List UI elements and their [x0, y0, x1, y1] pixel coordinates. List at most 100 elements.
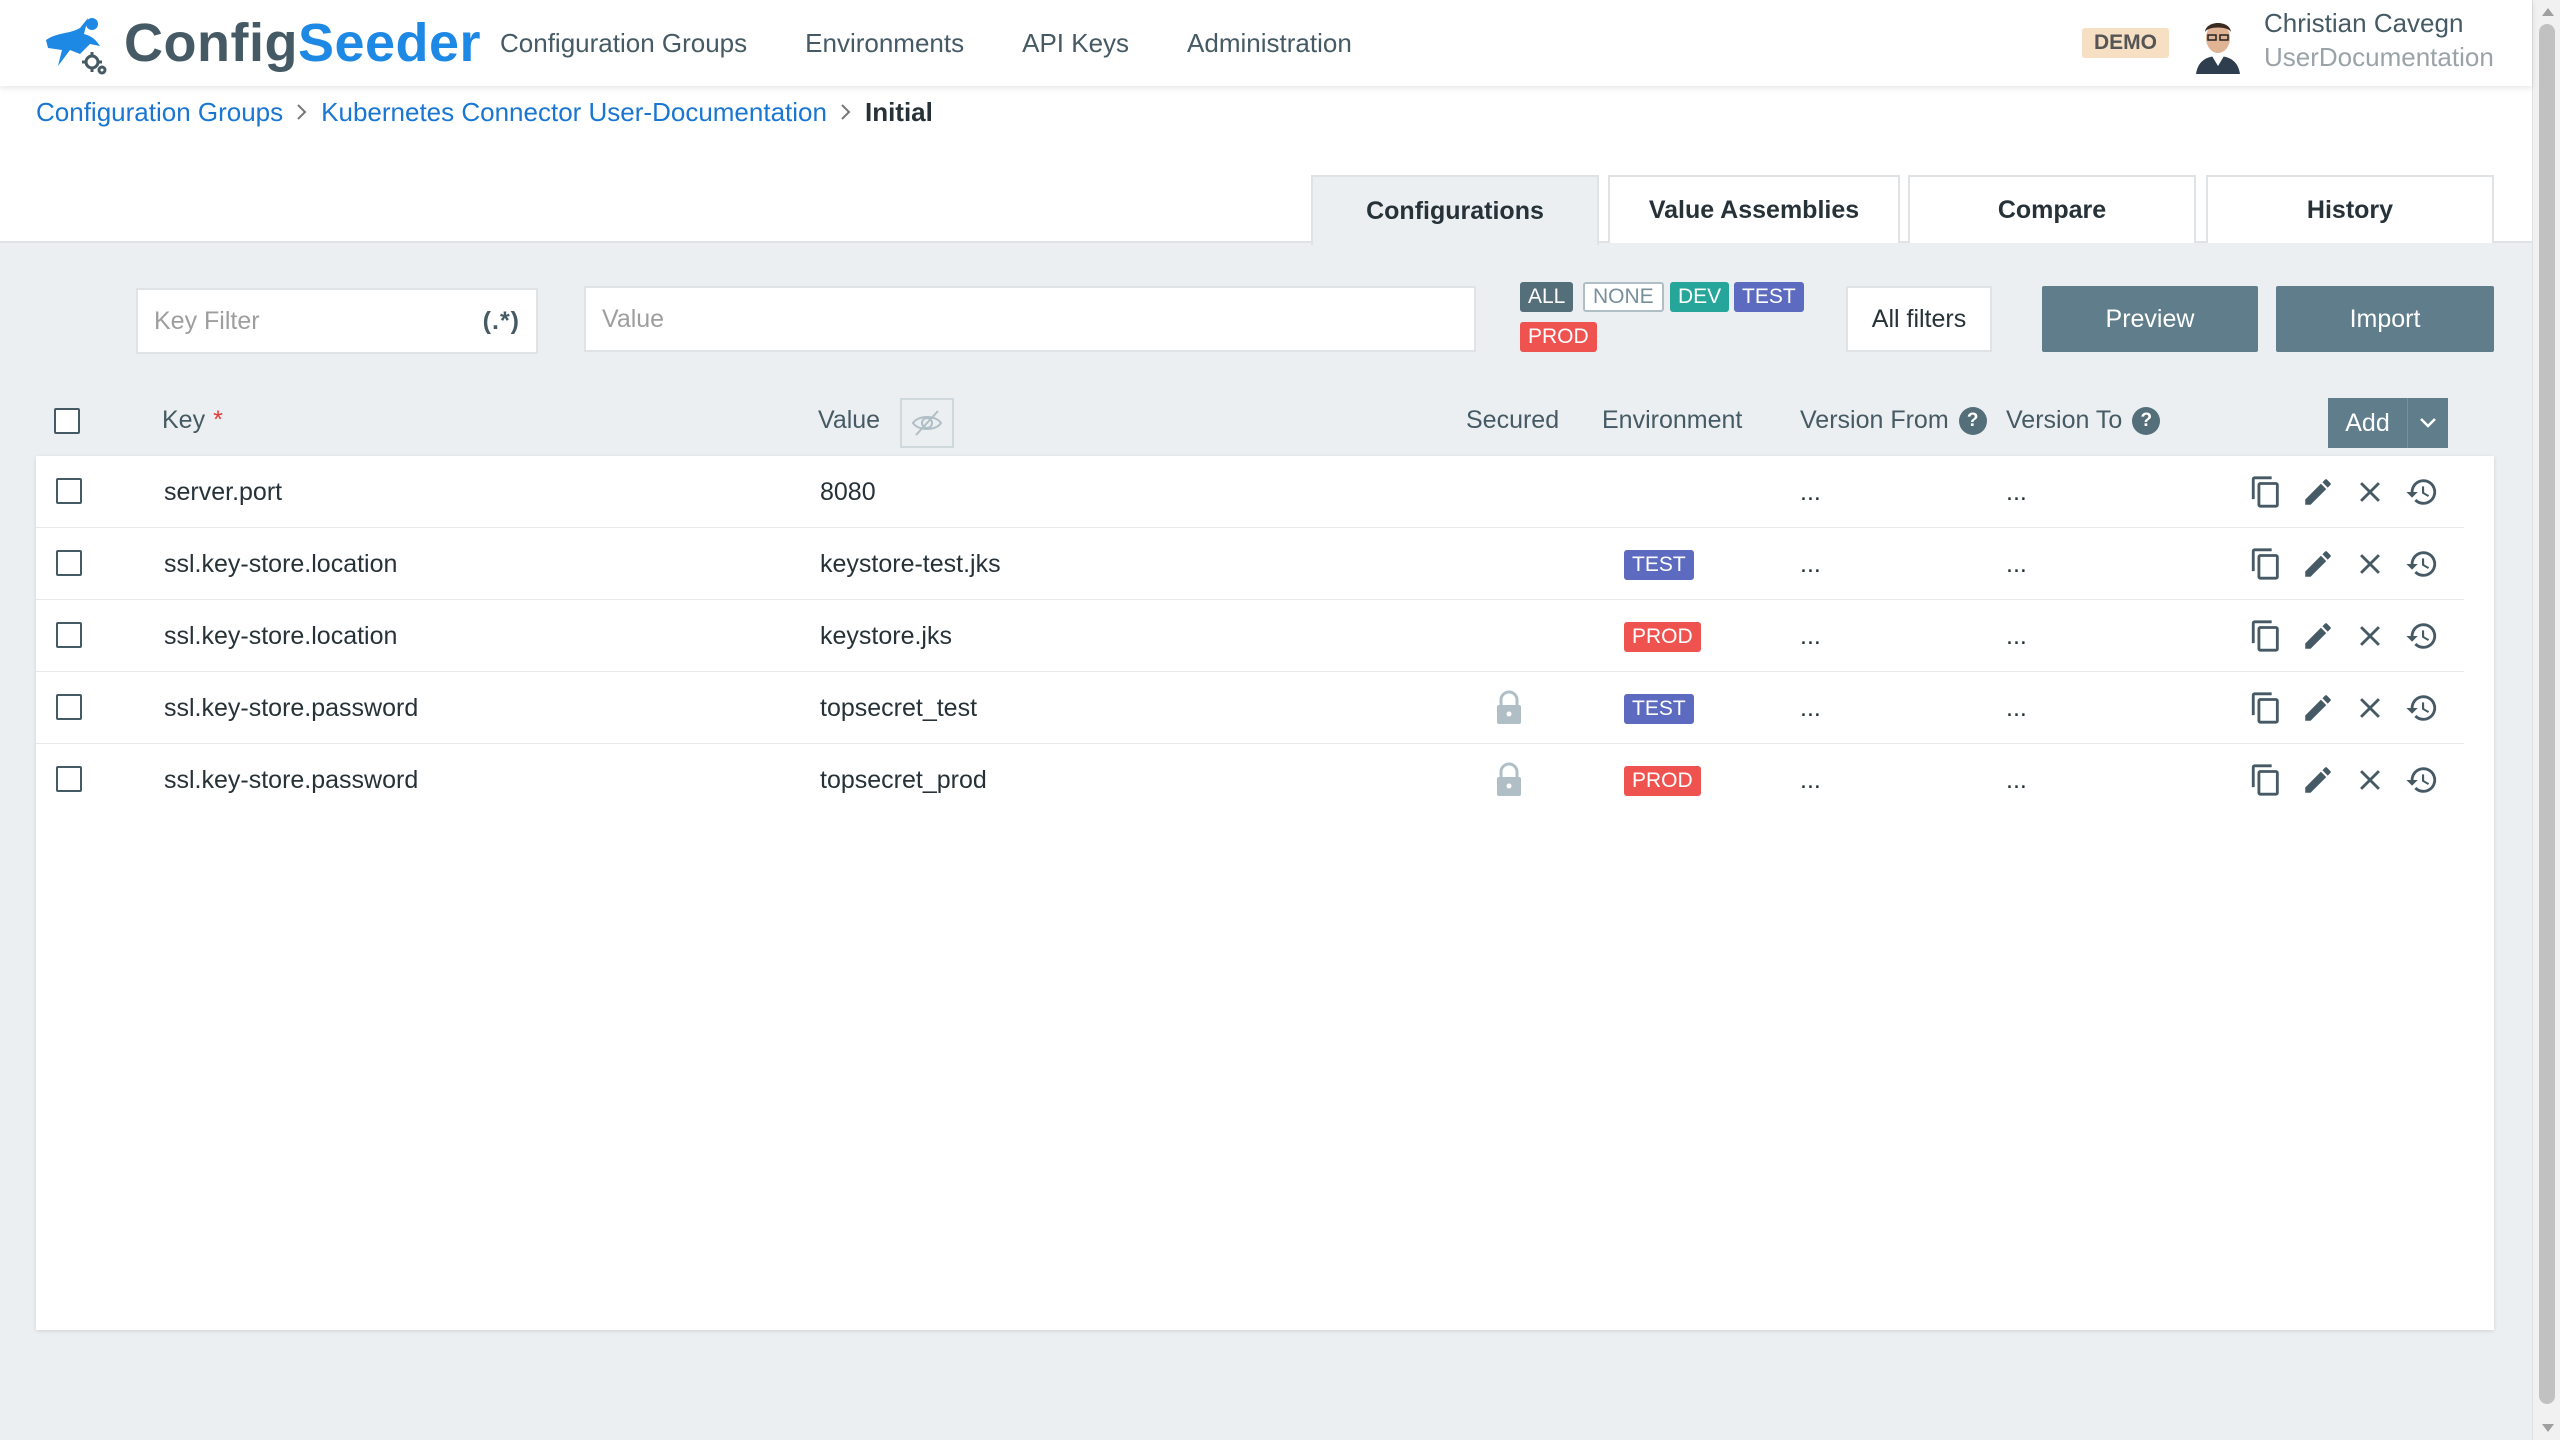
edit-icon[interactable] — [2292, 472, 2344, 512]
edit-icon[interactable] — [2292, 688, 2344, 728]
app-logo[interactable]: ConfigSeeder — [40, 10, 481, 76]
lock-icon — [1497, 762, 1521, 796]
row-version-to: ... — [2006, 621, 2027, 650]
column-header-secured: Secured — [1466, 406, 1560, 434]
scroll-thumb[interactable] — [2539, 24, 2555, 1404]
value-filter-placeholder: Value — [602, 304, 665, 333]
all-filters-button[interactable]: All filters — [1846, 286, 1992, 352]
row-version-from: ... — [1800, 693, 1821, 722]
demo-badge: DEMO — [2082, 28, 2169, 58]
table-row: ssl.key-store.location keystore.jks PROD… — [36, 600, 2464, 672]
row-checkbox[interactable] — [56, 694, 82, 720]
history-icon[interactable] — [2396, 688, 2448, 728]
add-button-label[interactable]: Add — [2328, 398, 2408, 448]
row-value: 8080 — [820, 477, 876, 506]
env-chip-all[interactable]: ALL — [1520, 282, 1574, 312]
table-row: ssl.key-store.location keystore-test.jks… — [36, 528, 2464, 600]
nav-environments[interactable]: Environments — [805, 28, 964, 59]
scroll-up-arrow[interactable] — [2542, 8, 2554, 16]
copy-icon[interactable] — [2240, 688, 2292, 728]
row-actions — [2240, 688, 2448, 728]
row-checkbox[interactable] — [56, 622, 82, 648]
chevron-down-icon[interactable] — [2408, 416, 2448, 430]
table-row: server.port 8080 ... ... — [36, 456, 2464, 528]
breadcrumb-configuration-groups[interactable]: Configuration Groups — [36, 97, 283, 128]
history-icon[interactable] — [2396, 760, 2448, 800]
row-checkbox[interactable] — [56, 550, 82, 576]
nav-api-keys[interactable]: API Keys — [1022, 28, 1129, 59]
page-scrollbar[interactable] — [2532, 0, 2560, 1440]
row-version-to: ... — [2006, 765, 2027, 794]
row-version-from: ... — [1800, 765, 1821, 794]
edit-icon[interactable] — [2292, 616, 2344, 656]
tab-bar: Configurations Value Assemblies Compare … — [0, 175, 2532, 245]
tab-history[interactable]: History — [2206, 175, 2494, 243]
delete-icon[interactable] — [2344, 616, 2396, 656]
chevron-right-icon — [295, 102, 309, 122]
copy-icon[interactable] — [2240, 544, 2292, 584]
seeder-logo-icon — [46, 18, 107, 75]
delete-icon[interactable] — [2344, 760, 2396, 800]
delete-icon[interactable] — [2344, 544, 2396, 584]
row-value: keystore.jks — [820, 621, 952, 650]
key-filter-placeholder: Key Filter — [154, 306, 260, 335]
nav-configuration-groups[interactable]: Configuration Groups — [500, 28, 747, 59]
column-value-label: Value — [818, 406, 881, 434]
user-name[interactable]: Christian Cavegn — [2264, 8, 2463, 39]
row-key[interactable]: ssl.key-store.password — [164, 672, 418, 744]
copy-icon[interactable] — [2240, 760, 2292, 800]
column-header-version-to: Version To ? — [2006, 406, 2161, 435]
row-value: topsecret_prod — [820, 765, 987, 794]
delete-icon[interactable] — [2344, 472, 2396, 512]
environment-badge: PROD — [1624, 766, 1701, 796]
row-actions — [2240, 544, 2448, 584]
history-icon[interactable] — [2396, 544, 2448, 584]
row-checkbox[interactable] — [56, 766, 82, 792]
row-key[interactable]: ssl.key-store.location — [164, 528, 397, 600]
import-button[interactable]: Import — [2276, 286, 2494, 352]
copy-icon[interactable] — [2240, 616, 2292, 656]
row-key[interactable]: server.port — [164, 456, 282, 528]
tab-value-assemblies[interactable]: Value Assemblies — [1608, 175, 1900, 243]
history-icon[interactable] — [2396, 616, 2448, 656]
row-key[interactable]: ssl.key-store.location — [164, 600, 397, 672]
value-filter-input[interactable]: Value — [584, 286, 1476, 352]
regex-toggle[interactable]: (.*) — [483, 307, 520, 336]
select-all-checkbox[interactable] — [54, 408, 80, 434]
env-chip-test[interactable]: TEST — [1734, 282, 1804, 312]
toggle-value-visibility-button[interactable] — [900, 398, 954, 448]
help-icon[interactable]: ? — [2132, 406, 2161, 435]
table-row: ssl.key-store.password topsecret_test TE… — [36, 672, 2464, 744]
tab-configurations[interactable]: Configurations — [1311, 175, 1599, 245]
required-marker: * — [213, 406, 223, 434]
environment-badge: PROD — [1624, 622, 1701, 652]
row-version-to: ... — [2006, 549, 2027, 578]
environment-badge: TEST — [1624, 694, 1694, 724]
history-icon[interactable] — [2396, 472, 2448, 512]
copy-icon[interactable] — [2240, 472, 2292, 512]
delete-icon[interactable] — [2344, 688, 2396, 728]
edit-icon[interactable] — [2292, 760, 2344, 800]
scroll-down-arrow[interactable] — [2542, 1424, 2554, 1432]
column-header-key[interactable]: Key * — [162, 406, 223, 435]
row-key[interactable]: ssl.key-store.password — [164, 744, 418, 816]
user-avatar[interactable] — [2190, 14, 2246, 74]
env-chip-prod[interactable]: PROD — [1520, 322, 1597, 352]
eye-off-icon — [911, 410, 943, 436]
env-chip-dev[interactable]: DEV — [1670, 282, 1730, 312]
tab-compare[interactable]: Compare — [1908, 175, 2196, 243]
row-version-to: ... — [2006, 477, 2027, 506]
row-value: keystore-test.jks — [820, 549, 1001, 578]
main-nav: Configuration Groups Environments API Ke… — [500, 0, 1410, 86]
help-icon[interactable]: ? — [1958, 406, 1987, 435]
nav-administration[interactable]: Administration — [1187, 28, 1352, 59]
breadcrumb-group-name[interactable]: Kubernetes Connector User-Documentation — [321, 97, 827, 128]
environment-badge: TEST — [1624, 550, 1694, 580]
preview-button[interactable]: Preview — [2042, 286, 2258, 352]
edit-icon[interactable] — [2292, 544, 2344, 584]
add-button[interactable]: Add — [2328, 398, 2448, 448]
key-filter-input[interactable]: Key Filter (.*) — [136, 288, 538, 354]
column-header-version-from: Version From ? — [1800, 406, 1987, 435]
row-checkbox[interactable] — [56, 478, 82, 504]
env-chip-none[interactable]: NONE — [1583, 282, 1664, 312]
